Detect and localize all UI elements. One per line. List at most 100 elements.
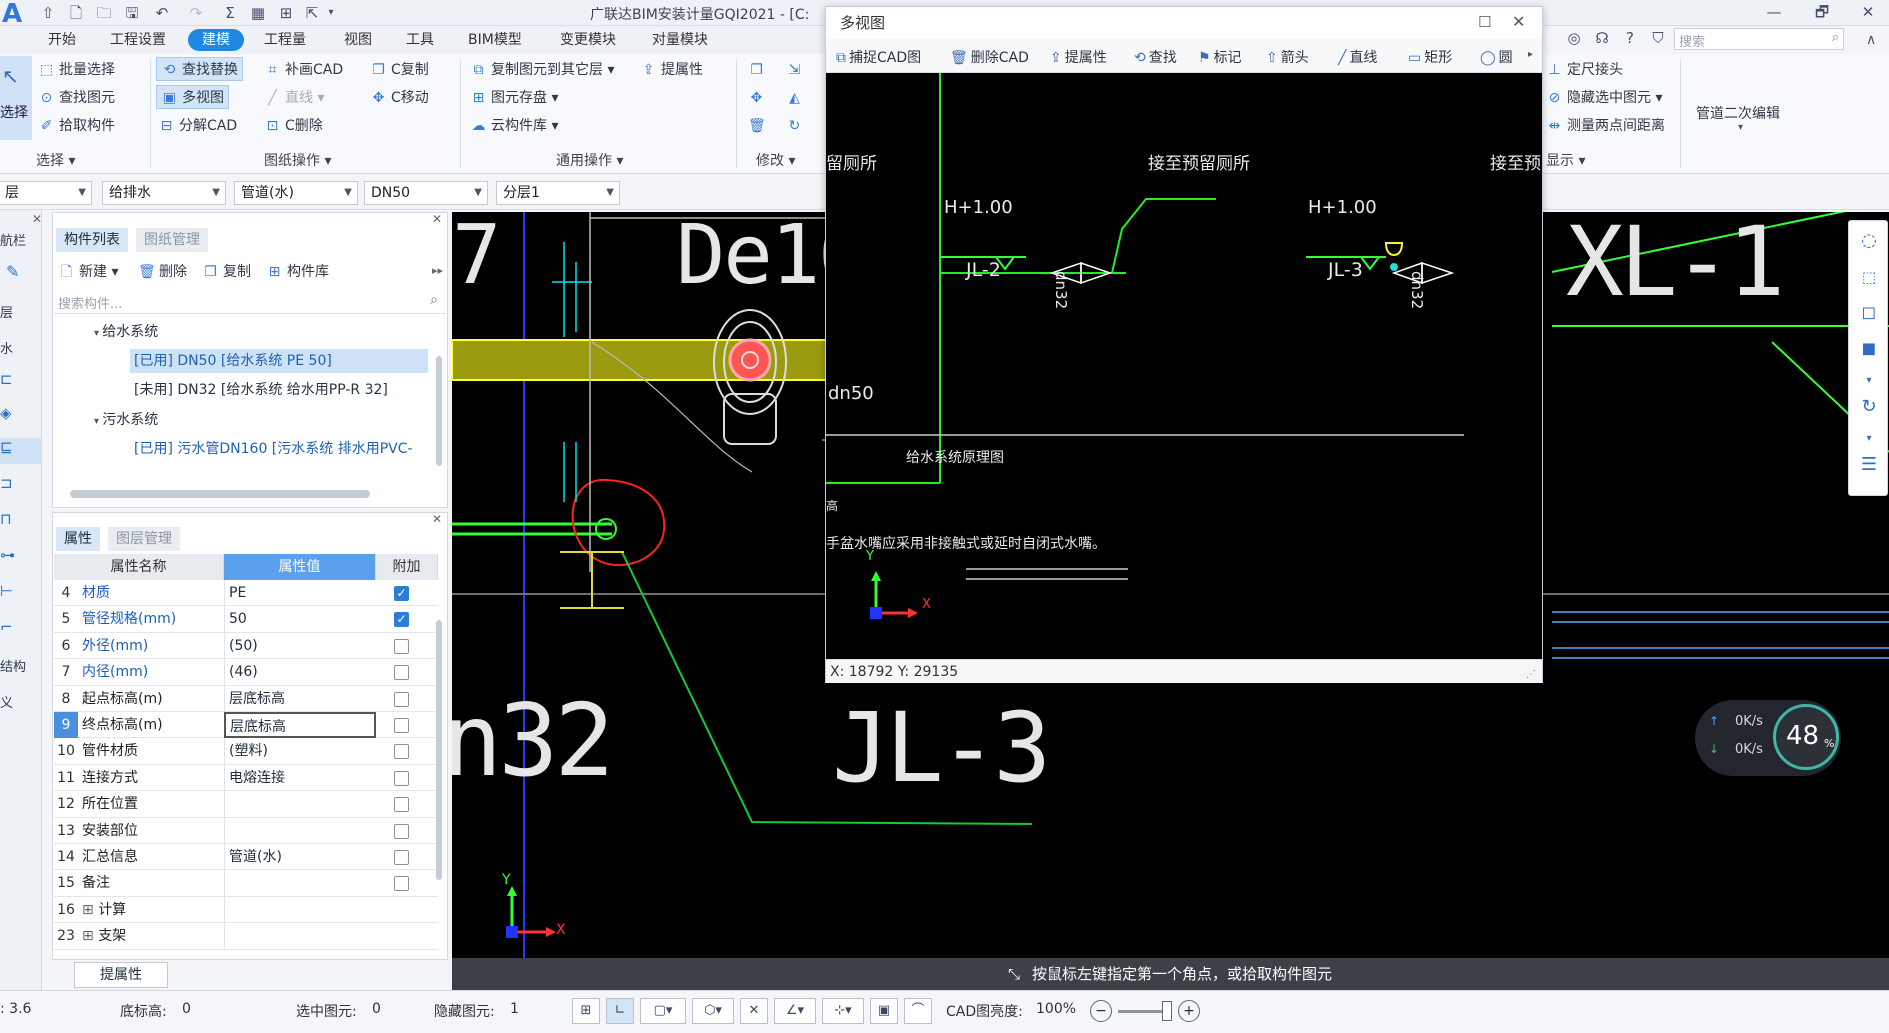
nav-fitting-icon[interactable]: ⊐ (0, 474, 13, 492)
property-value[interactable] (224, 817, 376, 844)
copy-to-layer-button[interactable]: ⧉ 复制图元到其它层 ▾ (470, 58, 615, 82)
mv-circle-button[interactable]: ◯ 圆 (1480, 47, 1513, 67)
explode-cad-button[interactable]: ⊟ 分解CAD (158, 114, 238, 138)
search-box[interactable]: 搜索 ⌕ (1674, 28, 1844, 50)
multiview-close-button[interactable]: ✕ (1512, 12, 1525, 31)
modify-stretch-icon[interactable]: ⇲ (786, 58, 807, 82)
property-close-icon[interactable]: ✕ (432, 512, 442, 526)
mv-find-button[interactable]: ⟲ 查找 (1134, 47, 1177, 67)
property-value[interactable]: 层底标高 (224, 712, 376, 738)
upload-icon[interactable]: ⇧ (38, 3, 58, 23)
expand-icon[interactable]: ⊞ (82, 928, 98, 944)
patch-cad-button[interactable]: ⌗ 补画CAD (264, 58, 344, 82)
extra-checkbox[interactable] (394, 718, 409, 733)
select-big-button[interactable]: ↖ 选择 (0, 56, 32, 140)
menu-bim-model[interactable]: BIM模型 (468, 29, 522, 51)
cloud-library-button[interactable]: ☁ 云构件库 ▾ (470, 114, 559, 138)
rotate-dropdown-icon[interactable]: ▾ (1857, 427, 1881, 451)
brightness-decrease-button[interactable]: − (1090, 1000, 1112, 1022)
mv-toolbar-overflow-icon[interactable]: ▸ (1528, 49, 1533, 60)
tree-h-scrollbar[interactable] (70, 490, 370, 498)
tab-layer-management[interactable]: 图层管理 (108, 527, 180, 551)
modify-rotate-icon[interactable]: ↻ (786, 114, 807, 138)
property-value[interactable]: (塑料) (224, 738, 376, 765)
property-row[interactable]: 9 终点标高(m) 层底标高 (54, 712, 438, 739)
extract-properties-button[interactable]: ⇪ 提属性 (640, 58, 703, 82)
property-row[interactable]: 5 管径规格(mm) 50 ✓ (54, 606, 438, 633)
extract-properties-footer-button[interactable]: 提属性 (74, 962, 168, 988)
mv-extract-properties-button[interactable]: ⇪ 提属性 (1050, 47, 1107, 67)
view-dropdown-icon[interactable]: ▾ (1857, 369, 1881, 393)
nav-item-water[interactable]: 水 (0, 338, 13, 357)
element-save-button[interactable]: ⊞ 图元存盘 ▾ (470, 86, 559, 110)
c-copy-button[interactable]: ❐ C复制 (370, 58, 429, 82)
new-component-button[interactable]: 🗋 新建 ▾ (58, 260, 119, 284)
hide-selected-button[interactable]: ⊘ 隐藏选中图元 ▾ (1546, 86, 1663, 110)
save-icon[interactable]: 🖫 (122, 3, 142, 23)
property-row[interactable]: 6 外径(mm) (50) (54, 632, 438, 660)
component-type-select[interactable]: 管道(水) ▼ (234, 181, 358, 205)
system-select[interactable]: 给排水 ▼ (102, 181, 226, 205)
rotate-view-icon[interactable]: ↻ (1857, 395, 1881, 419)
cube-solid-icon[interactable]: ◼ (1857, 337, 1881, 361)
batch-select-button[interactable]: ⬚ 批量选择 (38, 58, 115, 82)
property-value[interactable] (224, 923, 376, 950)
cross-select-icon[interactable]: ✕ (740, 998, 768, 1024)
extra-checkbox[interactable] (394, 876, 409, 892)
table-icon[interactable]: ⊞ (276, 3, 296, 23)
property-value[interactable] (224, 791, 376, 818)
delete-cad-button[interactable]: 🗑 删除CAD (950, 47, 1029, 67)
mv-mark-button[interactable]: ⚑ 标记 (1198, 47, 1242, 67)
nav-item-structure[interactable]: 结构 (0, 656, 26, 675)
cube-icon[interactable]: ◻ (1857, 301, 1881, 325)
extra-checkbox[interactable]: ✓ (394, 586, 409, 601)
extra-checkbox[interactable] (394, 797, 409, 813)
find-element-button[interactable]: ⊙ 查找图元 (38, 86, 115, 110)
ortho-icon[interactable]: ∟ (606, 998, 634, 1024)
property-scrollbar[interactable] (436, 620, 442, 880)
property-row[interactable]: 11 连接方式 电熔连接 (54, 764, 438, 792)
pipe-edit-dropdown-icon[interactable]: ▾ (1738, 122, 1743, 133)
user-icon[interactable]: ◎ (1564, 28, 1584, 48)
property-value[interactable] (224, 870, 376, 897)
shirt-icon[interactable]: ⛉ (1648, 28, 1668, 48)
export-icon[interactable]: ⇱ (302, 3, 322, 23)
property-value[interactable]: 管道(水) (224, 844, 376, 870)
nav-item-floor[interactable]: 层 (0, 302, 13, 321)
nav-pipe-icon[interactable]: ⊏ (0, 370, 13, 388)
pick-component-button[interactable]: ✐ 拾取构件 (38, 114, 115, 138)
layer-type-select[interactable]: 层 ▼ (0, 181, 92, 205)
nav-support-icon[interactable]: ⊢ (0, 582, 13, 600)
toolbar-overflow-icon[interactable]: ▸▸ (432, 264, 443, 277)
property-value[interactable]: 电熔连接 (224, 764, 376, 791)
customize-icon[interactable]: ▾ (324, 3, 338, 23)
mv-rectangle-button[interactable]: ▭ 矩形 (1408, 47, 1452, 67)
modify-mirror-icon[interactable]: ◭ (786, 86, 807, 110)
help-icon[interactable]: ? (1620, 28, 1640, 48)
restore-button[interactable]: 🗗 (1812, 2, 1832, 22)
modify-delete-icon[interactable]: 🗑 (748, 114, 769, 138)
tree-item-dn32[interactable]: [未用] DN32 [给水系统 给水用PP-R 32] (134, 378, 388, 402)
c-delete-button[interactable]: ⊡ C删除 (264, 114, 323, 138)
3d-view-icon[interactable]: ⬚ (1857, 265, 1881, 289)
component-search-input[interactable]: 搜索构件... ⌕ (54, 290, 446, 314)
undo-icon[interactable]: ↶ (152, 3, 172, 23)
arc-icon[interactable]: ⌒ (904, 998, 932, 1024)
menu-tools[interactable]: 工具 (406, 29, 434, 51)
modify-copy-icon[interactable]: ❐ (748, 58, 769, 82)
redo-icon[interactable]: ↷ (186, 3, 206, 23)
grid-snap-icon[interactable]: ⊞ (572, 998, 600, 1024)
close-button[interactable]: ✕ (1858, 2, 1878, 22)
nav-valve-icon[interactable]: ◈ (0, 404, 12, 422)
extra-checkbox[interactable] (394, 665, 409, 681)
menu-change-module[interactable]: 变更模块 (560, 29, 616, 51)
nav-item-custom[interactable]: 义 (0, 692, 13, 711)
minimize-button[interactable]: — (1764, 2, 1784, 22)
spec-select[interactable]: DN50 ▼ (364, 181, 488, 205)
property-row[interactable]: 16 ⊞ 计算 (54, 896, 438, 924)
nav-pipe-selected-icon[interactable]: ⊑ (0, 438, 42, 464)
nav-anchor-icon[interactable]: ⌐ (0, 618, 13, 636)
property-value[interactable]: 50 (224, 606, 376, 633)
tree-scrollbar[interactable] (436, 356, 442, 466)
c-move-button[interactable]: ✥ C移动 (370, 86, 429, 110)
